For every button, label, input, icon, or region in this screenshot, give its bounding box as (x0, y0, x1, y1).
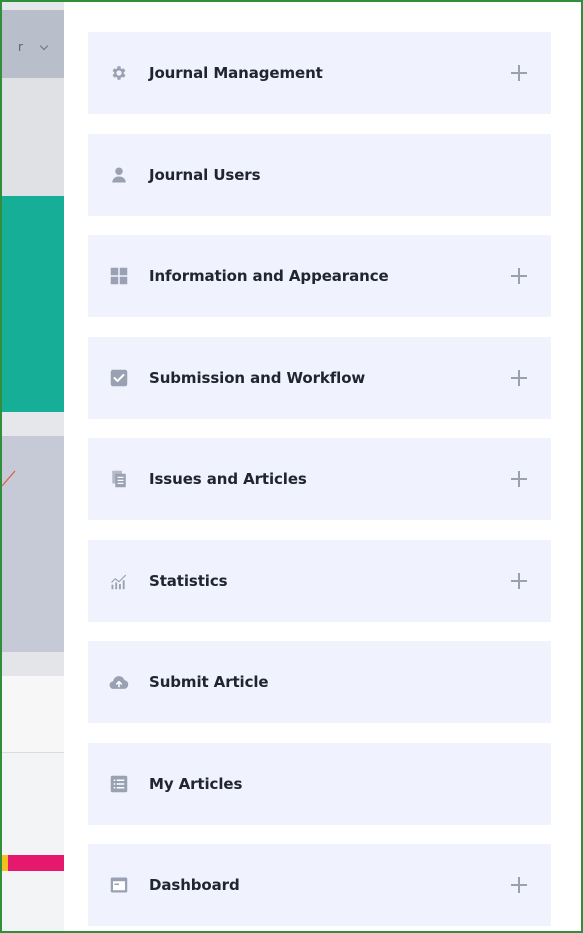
screenshot-frame (0, 0, 583, 933)
